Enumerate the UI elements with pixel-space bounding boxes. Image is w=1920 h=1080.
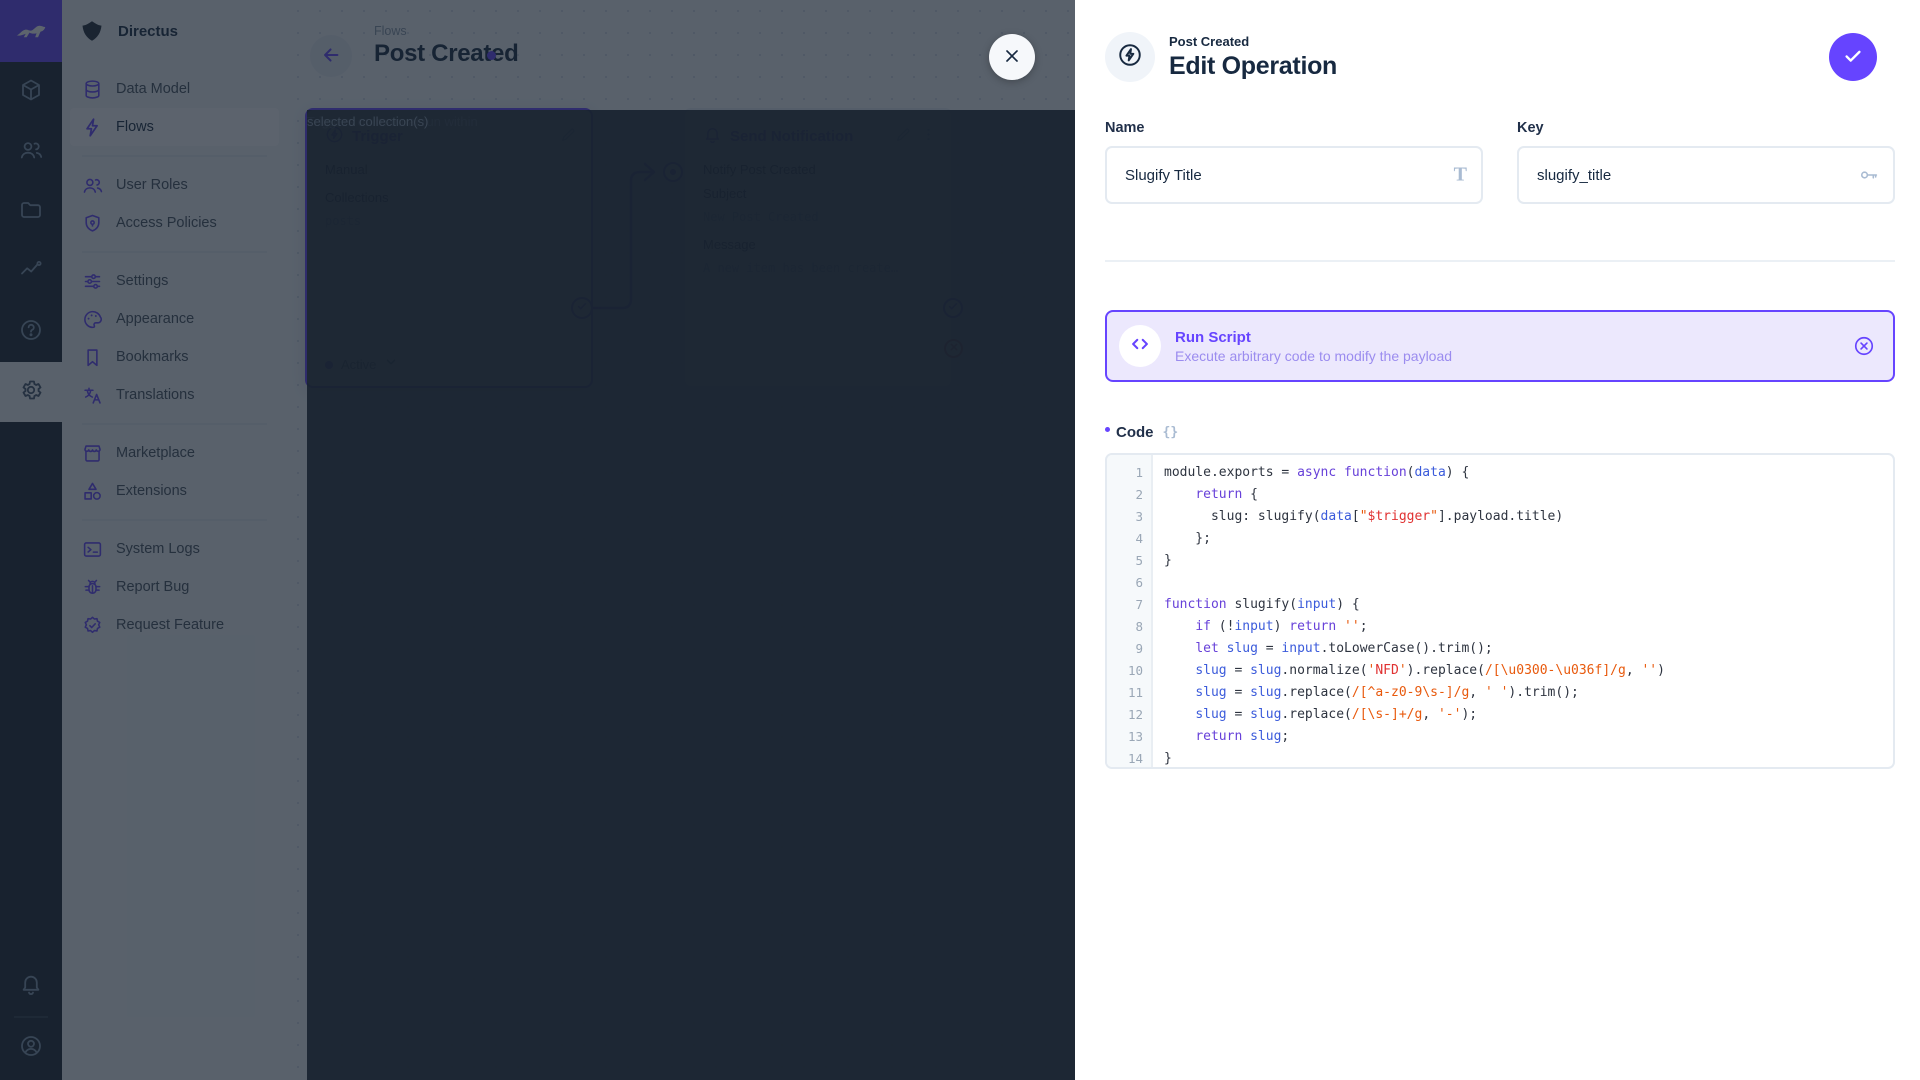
code-field-label: Code (1116, 424, 1154, 441)
name-input[interactable] (1105, 146, 1483, 204)
drawer-close-button[interactable] (989, 34, 1035, 80)
section-divider (1105, 260, 1895, 262)
code-brackets-icon (1129, 333, 1151, 360)
operation-icon-circle (1105, 32, 1155, 82)
key-icon (1858, 165, 1879, 186)
code-editor: 1234567891011121314 module.exports = asy… (1105, 453, 1895, 769)
name-field-label: Name (1105, 120, 1483, 136)
save-button[interactable] (1829, 33, 1877, 81)
key-field-label: Key (1517, 120, 1895, 136)
braces-icon: {} (1163, 425, 1179, 440)
code-icon-circle (1119, 325, 1161, 367)
drawer-scrim[interactable] (0, 0, 1075, 1080)
title-format-icon: T (1454, 164, 1467, 187)
bolt-circle-icon (1117, 42, 1143, 73)
line-numbers: 1234567891011121314 (1107, 455, 1153, 767)
banner-subtitle: Execute arbitrary code to modify the pay… (1175, 348, 1839, 364)
close-icon (1002, 46, 1022, 69)
check-icon (1842, 45, 1864, 70)
key-input[interactable] (1517, 146, 1895, 204)
required-dot (1105, 427, 1110, 432)
drawer-context: Post Created (1169, 34, 1337, 49)
edit-operation-drawer: Post Created Edit Operation Name T Key (1075, 0, 1920, 1080)
field-grid: Name T Key (1105, 120, 1895, 204)
code-field-header: Code {} (1105, 424, 1895, 441)
drawer-header: Post Created Edit Operation (1105, 0, 1895, 82)
operation-type-banner[interactable]: Run Script Execute arbitrary code to mod… (1105, 310, 1895, 382)
banner-title: Run Script (1175, 329, 1839, 346)
deselect-operation-icon[interactable] (1853, 335, 1875, 357)
drawer-title: Edit Operation (1169, 52, 1337, 81)
code-input[interactable]: module.exports = async function(data) { … (1153, 455, 1893, 767)
directus-flow-editor: Directus Data ModelFlowsUser RolesAccess… (0, 0, 1920, 1080)
